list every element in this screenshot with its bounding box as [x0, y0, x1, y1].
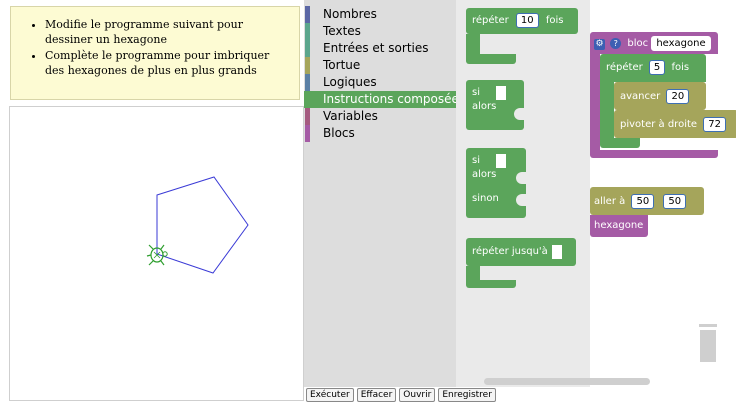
category-label: Variables	[323, 109, 378, 123]
action-buttons: Exécuter Effacer Ouvrir Enregistrer	[306, 388, 496, 403]
repeat-suffix: fois	[545, 15, 564, 26]
goto-block[interactable]: aller à 50 50	[590, 187, 704, 215]
category-textes[interactable]: Textes	[304, 23, 456, 40]
pentagon-shape	[156, 176, 249, 274]
then-label: alors	[472, 169, 497, 180]
trash-icon[interactable]	[696, 324, 720, 364]
call-label: hexagone	[594, 220, 644, 231]
repeat-label: répéter	[606, 62, 643, 73]
instructions-list: Modifie le programme suivant pour dessin…	[45, 17, 289, 78]
turn-right-block[interactable]: pivoter à droite 72	[614, 110, 736, 138]
app-root: Modifie le programme suivant pour dessin…	[0, 0, 736, 403]
instruction-item: Complète le programme pour imbriquer des…	[45, 48, 289, 78]
category-color-stripe	[305, 125, 310, 142]
category-color-stripe	[305, 108, 310, 125]
category-color-stripe	[305, 6, 310, 23]
repeat-suffix: fois	[671, 62, 690, 73]
flyout-ifelse-block[interactable]: si alors sinon	[466, 148, 528, 220]
category-toolbox: Nombres Textes Entrées et sorties Tortue…	[304, 0, 465, 387]
flyout-repeat-block[interactable]: répéter 10 fois	[466, 8, 578, 64]
help-icon[interactable]: ?	[610, 38, 622, 49]
condition-input[interactable]	[552, 245, 562, 259]
category-color-stripe	[305, 91, 310, 108]
turn-label: pivoter à droite	[620, 119, 698, 130]
then-label: alors	[472, 101, 497, 112]
category-color-stripe	[305, 23, 310, 40]
category-tortue[interactable]: Tortue	[304, 57, 456, 74]
category-label: Nombres	[323, 7, 377, 21]
procedure-call-block[interactable]: hexagone	[590, 215, 648, 237]
category-nombres[interactable]: Nombres	[304, 6, 456, 23]
category-instructions-composees[interactable]: Instructions composées	[304, 91, 465, 108]
category-logiques[interactable]: Logiques	[304, 74, 456, 91]
forward-value-input[interactable]: 20	[666, 89, 690, 104]
instructions-panel: Modifie le programme suivant pour dessin…	[10, 6, 300, 100]
if-label: si	[472, 87, 480, 98]
procedure-prefix: bloc	[627, 38, 649, 49]
goto-label: aller à	[594, 196, 626, 207]
category-label: Instructions composées	[323, 92, 466, 106]
category-color-stripe	[305, 57, 310, 74]
turtle-sprite	[146, 244, 168, 266]
category-variables[interactable]: Variables	[304, 108, 456, 125]
category-color-stripe	[305, 40, 310, 57]
repeat-label: répéter	[472, 15, 509, 26]
condition-input[interactable]	[496, 86, 506, 100]
repeat-count-input[interactable]: 5	[648, 60, 666, 75]
block-flyout: répéter 10 fois si alors si alors sinon	[456, 0, 590, 387]
instruction-item: Modifie le programme suivant pour dessin…	[45, 17, 289, 47]
procedure-def-block[interactable]: ⚙ ? bloc hexagone répéter 5 fois avancer	[590, 32, 736, 158]
forward-label: avancer	[620, 91, 661, 102]
category-blocs[interactable]: Blocs	[304, 125, 456, 142]
forward-block[interactable]: avancer 20	[614, 82, 706, 110]
category-label: Tortue	[323, 58, 361, 72]
turn-value-input[interactable]: 72	[703, 117, 726, 132]
category-label: Textes	[323, 24, 361, 38]
open-button[interactable]: Ouvrir	[399, 388, 436, 402]
goto-y-input[interactable]: 50	[663, 194, 687, 209]
turtle-canvas[interactable]	[9, 106, 304, 401]
category-label: Blocs	[323, 126, 355, 140]
drawing-svg	[146, 176, 249, 274]
goto-x-input[interactable]: 50	[631, 194, 655, 209]
category-entrees-sorties[interactable]: Entrées et sorties	[304, 40, 456, 57]
repeat-until-label: répéter jusqu'à	[472, 246, 548, 257]
category-color-stripe	[305, 74, 310, 91]
else-label: sinon	[472, 193, 499, 204]
flyout-repeat-until-block[interactable]: répéter jusqu'à	[466, 238, 578, 290]
procedure-name-input[interactable]: hexagone	[651, 36, 711, 51]
category-label: Logiques	[323, 75, 377, 89]
repeat-block[interactable]: répéter 5 fois avancer 20 pivoter à droi…	[600, 54, 736, 150]
clear-button[interactable]: Effacer	[356, 388, 397, 402]
flyout-if-block[interactable]: si alors	[466, 80, 526, 132]
save-button[interactable]: Enregistrer	[438, 388, 496, 402]
condition-input[interactable]	[496, 154, 506, 168]
run-button[interactable]: Exécuter	[306, 388, 354, 402]
gear-icon[interactable]: ⚙	[594, 39, 605, 50]
workspace-horizontal-scrollbar[interactable]	[484, 378, 650, 385]
blockly-workspace[interactable]: ⚙ ? bloc hexagone répéter 5 fois avancer	[590, 0, 736, 387]
category-label: Entrées et sorties	[323, 41, 429, 55]
repeat-count-input[interactable]: 10	[515, 13, 539, 28]
